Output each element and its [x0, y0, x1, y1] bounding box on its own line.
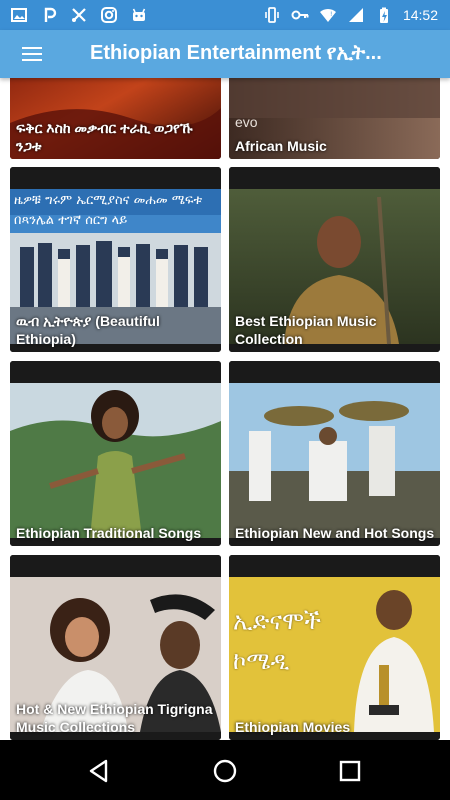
android-icon [132, 8, 146, 21]
card-banner-text: ዜዎቹ ግሩም ኤርሚያስና መሐመ ሜፍቱ በጻንሌል ተገኛ ሰርግ ላይ [14, 193, 203, 228]
card-label: African Music [235, 138, 327, 154]
system-nav-bar [0, 740, 450, 800]
instagram-icon [101, 7, 117, 23]
status-system-icons: ! 14:52 [263, 6, 438, 24]
recents-square-icon[interactable] [335, 756, 365, 786]
key-icon [291, 10, 309, 20]
back-triangle-icon[interactable] [84, 756, 114, 786]
card-label: Best Ethiopian Music Collection [235, 313, 377, 347]
card-label: ፍቅር እስከ መቃብር ተራኪ ወጋየኹ ንጋቱ [16, 120, 193, 154]
home-circle-icon[interactable] [210, 756, 240, 786]
card-ethiopian-new-hot-songs[interactable]: Ethiopian New and Hot Songs [229, 361, 440, 546]
card-beautiful-ethiopia[interactable]: ዜዎቹ ግሩም ኤርሚያስና መሐመ ሜፍቱ በጻንሌል ተገኛ ሰርግ ላይ … [10, 167, 221, 352]
card-african-music[interactable]: evo African Music [229, 78, 440, 159]
card-label: Ethiopian Traditional Songs [16, 525, 202, 541]
video-grid[interactable]: ፍቅር እስከ መቃብር ተራኪ ወጋየኹ ንጋቱ evo African Mu… [0, 78, 450, 740]
status-bar: ! 14:52 [0, 0, 450, 30]
pinterest-icon [44, 7, 57, 22]
app-title: Ethiopian Entertainment የኢት... [90, 42, 382, 64]
card-label: Ethiopian New and Hot Songs [235, 525, 435, 541]
battery-charging-icon [379, 7, 388, 23]
app-bar: Ethiopian Entertainment የኢት... [0, 30, 450, 78]
card-thumbnail [10, 361, 221, 546]
gallery-icon [11, 8, 27, 22]
card-tigrigna-music[interactable]: Hot & New Ethiopian Tigrigna Music Colle… [10, 555, 221, 740]
card-label: Ethiopian Movies [235, 719, 351, 735]
card-ethiopian-traditional-songs[interactable]: Ethiopian Traditional Songs [10, 361, 221, 546]
status-notification-icons [10, 6, 148, 24]
card-ethiopian-movies[interactable]: ኢድናሞች ኮሜዲ Ethiopian Movies [229, 555, 440, 740]
card-banner-text: ኢድናሞች ኮሜዲ [233, 607, 322, 675]
vibrate-icon [265, 7, 279, 23]
tools-icon [72, 8, 86, 22]
svg-text:!: ! [330, 11, 332, 18]
hamburger-menu-icon[interactable] [14, 40, 50, 68]
status-time: 14:52 [402, 7, 438, 23]
card-watermark: evo [235, 114, 258, 130]
card-label: Hot & New Ethiopian Tigrigna Music Colle… [16, 701, 213, 735]
card-fiqir-eske-mekabir[interactable]: ፍቅር እስከ መቃብር ተራኪ ወጋየኹ ንጋቱ [10, 78, 221, 159]
card-label: ዉብ ኢትዮጵያ (Beautiful Ethiopia) [16, 313, 160, 347]
card-best-ethiopian-music[interactable]: Best Ethiopian Music Collection [229, 167, 440, 352]
signal-icon [348, 8, 363, 22]
wifi-icon: ! [319, 8, 336, 22]
card-thumbnail [229, 361, 440, 546]
